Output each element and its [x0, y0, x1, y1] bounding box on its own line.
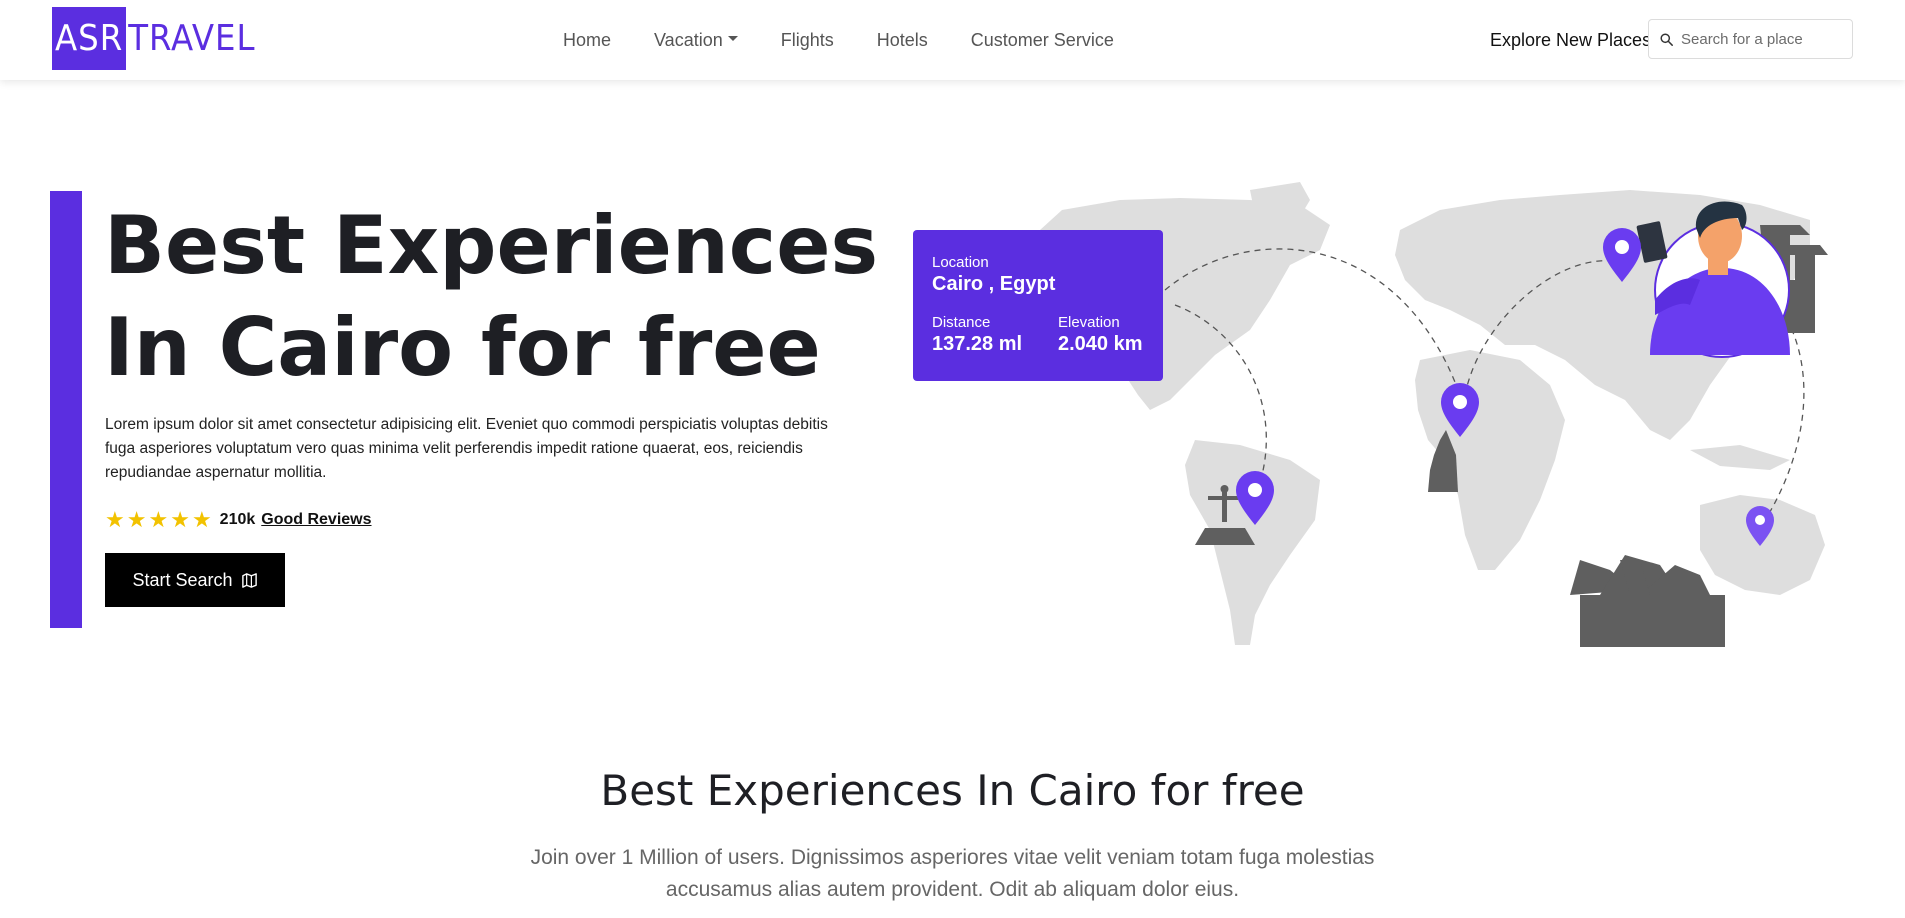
distance-label: Distance [932, 314, 991, 331]
main-nav: Home Vacation Flights Hotels Customer Se… [563, 0, 1157, 80]
rating: ★ ★ ★ ★ ★ 210k Good Reviews [105, 506, 372, 534]
nav-link-home[interactable]: Home [563, 30, 611, 51]
rating-count: 210k [219, 511, 256, 528]
start-search-label: Start Search [132, 569, 233, 590]
nav-link-flights[interactable]: Flights [781, 30, 834, 51]
hero-title-line-1: Best Experiences [104, 199, 879, 292]
brand-logo[interactable]: ASR TRAVEL [52, 7, 256, 70]
location-card: Location Cairo , Egypt Distance 137.28 m… [913, 230, 1163, 381]
distance-value: 137.28 ml [932, 333, 1023, 355]
search-input[interactable] [1681, 30, 1841, 48]
logo-box-text: ASR [52, 7, 127, 70]
chevron-down-icon [727, 36, 738, 42]
start-search-button[interactable]: Start Search [105, 553, 285, 607]
section-description: Join over 1 Million of users. Dignissimo… [530, 846, 1375, 901]
location-value: Cairo , Egypt [932, 273, 1056, 295]
star-icon: ★ [191, 507, 212, 532]
hero-accent-bar [50, 191, 82, 628]
elevation-label: Elevation [1058, 314, 1120, 331]
star-icon: ★ [170, 507, 190, 532]
nav-link-vacation[interactable]: Vacation [654, 30, 738, 51]
nav-link-vacation-label: Vacation [654, 29, 723, 50]
search-box[interactable] [1648, 19, 1853, 59]
indonesia-shape [1690, 445, 1790, 470]
explore-label: Explore New Places [1490, 30, 1652, 50]
logo-text: TRAVEL [128, 18, 256, 59]
nav-link-customer-service[interactable]: Customer Service [971, 30, 1114, 51]
hero-description: Lorem ipsum dolor sit amet consectetur a… [105, 416, 828, 481]
elevation-value: 2.040 km [1058, 333, 1143, 355]
location-label: Location [932, 254, 989, 271]
hero-title: Best Experiences In Cairo for free [104, 195, 878, 399]
map-icon [241, 572, 257, 588]
navbar: ASR TRAVEL Home Vacation Flights Hotels … [0, 0, 1905, 80]
section-title: Best Experiences In Cairo for free [600, 766, 1305, 815]
star-icon: ★ [126, 507, 147, 532]
hero-title-line-2: In Cairo for free [104, 301, 821, 394]
star-icon: ★ [105, 507, 125, 532]
reviews-link[interactable]: Good Reviews [261, 511, 371, 529]
search-icon [1660, 32, 1673, 46]
opera-house-landmark [1570, 555, 1725, 647]
star-icon: ★ [148, 507, 169, 532]
nav-link-hotels[interactable]: Hotels [877, 30, 928, 51]
